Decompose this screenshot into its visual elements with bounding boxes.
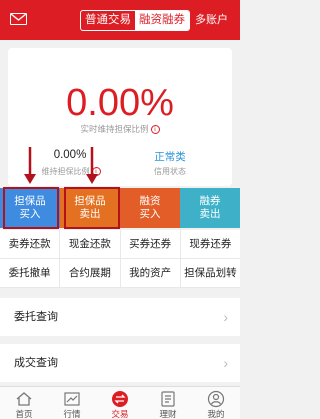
tab-mine[interactable]: 我的 — [192, 387, 240, 419]
tab-label: 理财 — [159, 409, 177, 419]
credit-status-value: 正常类 — [154, 151, 186, 163]
multi-account-button[interactable]: 多账户 — [195, 10, 228, 31]
realtime-ratio-label: 实时维持担保比例 i — [0, 123, 240, 135]
tab-trade[interactable]: 交易 — [96, 387, 144, 419]
trade-icon — [96, 390, 144, 408]
list-item-label: 委托查询 — [14, 311, 58, 323]
cash-repay-button[interactable]: 现金还款 — [60, 230, 121, 258]
buy-to-return-button[interactable]: 买券还券 — [121, 230, 181, 258]
list-item-label: 成交查询 — [14, 357, 58, 369]
info-icon[interactable]: i — [150, 125, 160, 135]
tab-label: 行情 — [63, 409, 81, 419]
chevron-right-icon: › — [223, 309, 228, 325]
button-line: 卖出 — [199, 208, 221, 220]
finance-icon — [144, 390, 192, 408]
cancel-order-button[interactable]: 委托撤单 — [0, 259, 61, 287]
info-icon[interactable]: i — [91, 167, 101, 177]
maintain-ratio-value: 0.00% — [53, 149, 87, 161]
highlight-box — [64, 187, 120, 229]
grid-row: 委托撤单 合约展期 我的资产 担保品划转 — [0, 259, 240, 288]
button-line: 融资 — [139, 195, 161, 207]
tab-normal-trade[interactable]: 普通交易 — [81, 11, 135, 30]
stock-return-button[interactable]: 现券还券 — [181, 230, 240, 258]
tab-label: 首页 — [15, 409, 33, 419]
list-item-order-query[interactable]: 委托查询 › — [0, 298, 240, 336]
user-icon — [192, 390, 240, 408]
top-bar: 普通交易 融资融券 多账户 — [0, 0, 240, 40]
trade-type-switch: 普通交易 融资融券 — [80, 10, 190, 31]
home-icon — [0, 390, 48, 408]
credit-status-label: 信用状态 — [154, 167, 186, 176]
maintain-ratio-label: 维持担保比例 i — [26, 166, 116, 177]
tab-market[interactable]: 行情 — [48, 387, 96, 419]
button-line: 融券 — [199, 195, 221, 207]
chart-icon — [48, 390, 96, 408]
mail-icon[interactable] — [10, 13, 27, 25]
action-grid: 卖券还款 现金还款 买券还券 现券还券 委托撤单 合约展期 我的资产 担保品划转 — [0, 230, 240, 288]
sell-to-repay-button[interactable]: 卖券还款 — [0, 230, 61, 258]
tab-finance[interactable]: 理财 — [144, 387, 192, 419]
tab-label: 交易 — [111, 409, 129, 419]
contract-extension-button[interactable]: 合约展期 — [60, 259, 121, 287]
button-line: 买入 — [139, 208, 161, 220]
collateral-transfer-button[interactable]: 担保品划转 — [181, 259, 240, 287]
realtime-ratio-text: 实时维持担保比例 — [80, 124, 149, 134]
list-item-deal-query[interactable]: 成交查询 › — [0, 344, 240, 382]
tab-margin-trade[interactable]: 融资融券 — [135, 11, 189, 30]
grid-row: 卖券还款 现金还款 买券还券 现券还券 — [0, 230, 240, 259]
bottom-tab-bar: 首页 行情 交易 理财 我的 — [0, 386, 240, 419]
tab-home[interactable]: 首页 — [0, 387, 48, 419]
maintain-ratio-text: 维持担保比例 — [41, 167, 90, 176]
tab-label: 我的 — [207, 409, 225, 419]
realtime-ratio-value: 0.00% — [66, 82, 174, 124]
highlight-box — [3, 187, 59, 229]
my-assets-button[interactable]: 我的资产 — [121, 259, 181, 287]
margin-buy-button[interactable]: 融资 买入 — [120, 188, 180, 228]
chevron-right-icon: › — [223, 355, 228, 371]
short-sell-button[interactable]: 融券 卖出 — [180, 188, 240, 228]
